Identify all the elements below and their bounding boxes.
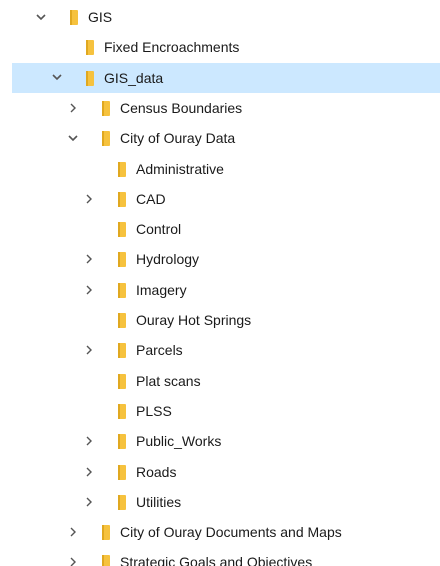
folder-icon [118,222,126,238]
folder-icon [118,313,126,328]
chevron-down-icon[interactable] [50,63,64,93]
tree-item-plat-scans[interactable]: Plat scans [0,366,440,396]
chevron-right-icon[interactable] [66,547,80,566]
tree-item-label: Plat scans [136,372,201,389]
tree-item-label: Administrative [136,160,224,177]
tree-item-label: CAD [136,190,166,207]
folder-icon [118,464,126,480]
folder-icon [118,161,126,177]
tree-item-ouray-hot-springs[interactable]: Ouray Hot Springs [0,305,440,335]
folder-icon [86,40,94,56]
tree-item-label: GIS_data [104,69,164,86]
tree-item-label: GIS [88,9,113,25]
tree-item-label: PLSS [136,402,172,419]
folder-icon [102,100,110,116]
chevron-right-icon[interactable] [82,275,96,305]
tree-item-utilities[interactable]: Utilities [0,487,440,517]
chevron-right-icon[interactable] [82,244,96,274]
tree-item-census-boundaries[interactable]: Census Boundaries [0,93,440,123]
folder-icon [118,403,126,419]
folder-icon [118,373,126,389]
tree-item-label: Public_Works [136,433,222,450]
tree-item-label: Strategic Goals and Objectives [120,554,313,566]
tree-item-strategic-goals-and-objectives[interactable]: Strategic Goals and Objectives [0,547,440,566]
chevron-right-icon[interactable] [82,335,96,365]
folder-icon [102,555,110,566]
tree-item-gis[interactable]: GIS [0,2,440,32]
folder-icon [118,282,126,298]
folder-icon [102,131,110,147]
tree-item-public-works[interactable]: Public_Works [0,426,440,456]
tree-item-label: Roads [136,463,177,480]
tree-item-label: Fixed Encroachments [104,39,240,56]
chevron-right-icon[interactable] [66,517,80,547]
tree-item-label: City of Ouray Data [120,130,236,147]
tree-item-control[interactable]: Control [0,214,440,244]
tree-item-administrative[interactable]: Administrative [0,154,440,184]
folder-icon [86,70,94,86]
chevron-right-icon[interactable] [82,457,96,487]
tree-item-city-of-ouray-documents-and-maps[interactable]: City of Ouray Documents and Maps [0,517,440,547]
tree-item-fixed-encroachments[interactable]: Fixed Encroachments [0,32,440,62]
tree-item-city-of-ouray-data[interactable]: City of Ouray Data [0,123,440,153]
tree-item-label: Ouray Hot Springs [136,312,252,328]
folder-icon [118,252,126,268]
tree-item-plss[interactable]: PLSS [0,396,440,426]
tree-item-label: Imagery [136,281,187,298]
tree-item-label: City of Ouray Documents and Maps [120,524,342,541]
chevron-down-icon[interactable] [66,123,80,153]
tree-item-label: Hydrology [136,251,200,268]
folder-icon [118,434,126,450]
folder-icon [118,343,126,359]
tree-item-roads[interactable]: Roads [0,457,440,487]
folder-icon [118,191,126,207]
tree-item-label: Utilities [136,493,182,510]
folder-icon [102,525,110,541]
chevron-right-icon[interactable] [82,184,96,214]
chevron-right-icon[interactable] [66,93,80,123]
tree-item-hydrology[interactable]: Hydrology [0,244,440,274]
chevron-down-icon[interactable] [34,2,48,32]
tree-item-label: Census Boundaries [120,99,243,116]
folder-tree: GIS Fixed Encroachments GIS_data Census Bou… [0,0,440,566]
tree-item-gis-data[interactable]: GIS_data [12,62,440,93]
folder-icon [70,10,78,25]
chevron-right-icon[interactable] [82,426,96,456]
tree-item-parcels[interactable]: Parcels [0,335,440,365]
tree-item-label: Control [136,221,182,238]
tree-item-label: Parcels [136,342,183,359]
chevron-right-icon[interactable] [82,487,96,517]
folder-icon [118,494,126,510]
tree-item-imagery[interactable]: Imagery [0,275,440,305]
tree-item-cad[interactable]: CAD [0,184,440,214]
